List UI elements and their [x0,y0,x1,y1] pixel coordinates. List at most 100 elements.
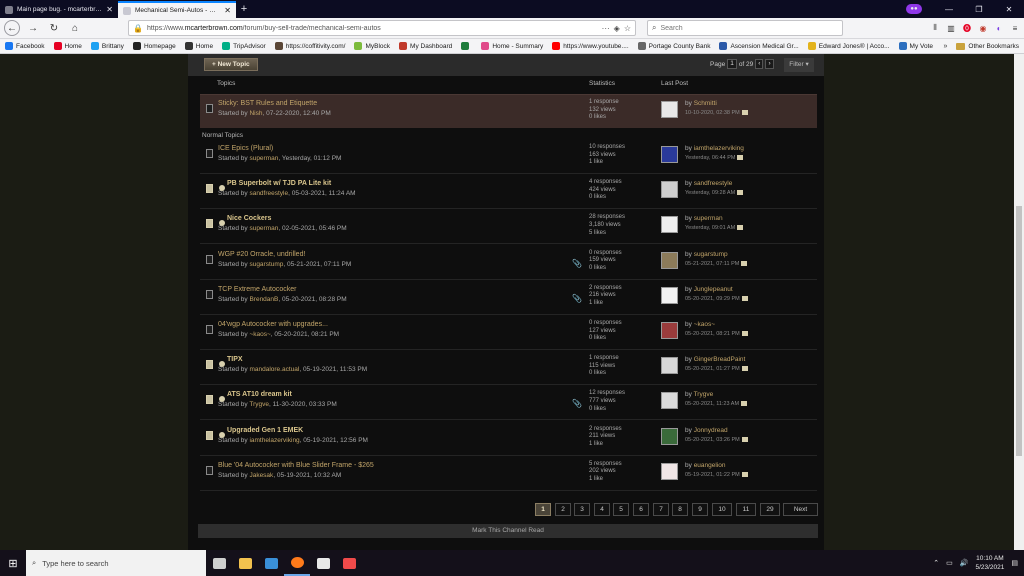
last-post-author-link[interactable]: Jonnydread [694,427,728,434]
taskbar-mail-button[interactable] [258,550,284,576]
page-number-button[interactable]: 3 [574,503,590,516]
table-row[interactable]: Upgraded Gen 1 EMEK Started by iamthelaze… [200,422,817,456]
last-post-author-link[interactable]: Schmitti [694,100,717,107]
close-icon[interactable]: ✕ [224,6,231,15]
topic-title-link[interactable]: Nice Cockers [227,215,271,222]
bookmark-item[interactable]: My Dashboard [399,42,452,50]
topic-title-link[interactable]: ICE Epics (Plural) [218,145,273,152]
next-page-button[interactable]: Next [783,503,818,516]
notifications-icon[interactable]: ▤ [1011,559,1018,567]
table-row[interactable]: PB Superbolt w/ TJD PA Lite kit Started b… [200,175,817,210]
table-row[interactable]: ATS AT10 dream kit Started by Trygve, 11-… [200,386,817,421]
taskbar-paint-button[interactable] [336,550,362,576]
last-post-author-link[interactable]: Trygve [694,391,714,398]
go-to-post-icon[interactable] [741,366,748,372]
bookmark-item[interactable]: Facebook [5,42,45,50]
bookmark-item[interactable]: Portage County Bank [637,42,710,50]
table-row[interactable]: TIPX Started by mandalore.actual, 05-19-2… [200,351,817,386]
page-number-button[interactable]: 8 [672,503,688,516]
network-icon[interactable]: ▭ [946,559,953,567]
topic-title-link[interactable]: Blue '04 Autococker with Blue Slider Fra… [218,462,374,469]
bookmark-item[interactable]: Homepage [132,42,176,50]
home-icon[interactable]: ⌂ [67,20,83,36]
topic-title-link[interactable]: WGP #20 Orracle, undrilled! [218,251,305,258]
bookmark-item[interactable]: My Vote [898,42,933,50]
topic-author-link[interactable]: Trygve [249,401,269,408]
pinterest-icon[interactable]: ⓿ [962,23,972,34]
page-number-button[interactable]: 9 [692,503,708,516]
topic-author-link[interactable]: sugarstump [249,261,283,268]
avatar[interactable] [661,392,678,410]
filter-button[interactable]: Filter ▾ [784,58,814,72]
menu-icon[interactable]: ≡ [1010,24,1020,33]
last-post-author-link[interactable]: iamthelazerviking [694,145,744,152]
privacy-icon[interactable]: ◐ [994,24,1004,33]
taskbar-file-explorer-button[interactable] [232,550,258,576]
avatar[interactable] [661,216,678,234]
topic-author-link[interactable]: ~kaos~ [249,331,270,338]
avatar[interactable] [661,357,678,375]
bookmark-item[interactable]: https://www.youtube.... [552,42,629,50]
go-to-post-icon[interactable] [741,110,748,116]
page-number-button[interactable]: 4 [594,503,610,516]
bookmark-star-icon[interactable]: ☆ [624,24,631,33]
forward-arrow-icon[interactable]: → [25,20,41,36]
bookmark-item[interactable]: Brittany [90,42,124,50]
topic-author-link[interactable]: BrendanB [249,296,278,303]
bookmark-item[interactable]: Ascension Medical Gr... [719,42,799,50]
mark-channel-read-button[interactable]: Mark This Channel Read [198,524,818,538]
avatar[interactable] [661,251,678,269]
last-post-author-link[interactable]: GingerBreadPaint [694,356,746,363]
reload-icon[interactable]: ↻ [46,20,62,36]
close-window-icon[interactable]: ✕ [994,5,1024,14]
go-to-post-icon[interactable] [741,295,748,301]
table-row[interactable]: TCP Extreme Autococker Started by Brendan… [200,281,817,315]
table-row[interactable]: Nice Cockers Started by superman, 02-05-2… [200,210,817,245]
topic-author-link[interactable]: sandfreestyle [249,190,288,197]
avatar[interactable] [661,181,678,199]
library-icon[interactable]: ⫴ [930,23,940,33]
pocket-icon[interactable]: ◈ [614,24,620,33]
avatar[interactable] [661,146,678,163]
taskbar-search[interactable]: ⌕ Type here to search [26,550,206,576]
go-to-post-icon[interactable] [741,401,748,407]
address-bar[interactable]: 🔒 https://www.mcarterbrown.com/forum/buy… [128,20,636,36]
close-icon[interactable]: ✕ [106,5,113,14]
page-number-button[interactable]: 1 [535,503,551,516]
avatar[interactable] [661,462,678,480]
taskbar-store-button[interactable] [310,550,336,576]
go-to-post-icon[interactable] [741,331,748,337]
bookmark-item[interactable]: MyBlock [354,42,390,50]
topic-title-link[interactable]: 04'wgp Autococker with upgrades... [218,321,328,328]
bookmark-item[interactable] [461,42,472,50]
next-page-icon[interactable]: › [765,59,774,69]
topic-title-link[interactable]: ATS AT10 dream kit [227,391,292,398]
sidebar-icon[interactable]: ▥ [946,24,956,33]
bookmark-item[interactable]: https://coffitivity.com/ [274,42,345,50]
new-tab-plus-icon[interactable]: + [236,3,252,15]
taskbar-task-view-button[interactable] [206,550,232,576]
page-number-button[interactable]: 10 [712,503,732,516]
topic-title-link[interactable]: TCP Extreme Autococker [218,286,296,293]
extension-icon[interactable]: ◉ [978,24,988,33]
go-to-post-icon[interactable] [737,155,744,161]
browser-search-input[interactable] [660,24,831,32]
windows-start-icon[interactable]: ⊞ [0,550,26,576]
prev-page-icon[interactable]: ‹ [755,59,764,69]
tab-mechanical-semi-autos[interactable]: Mechanical Semi-Autos - mcarterbrown.com… [118,1,236,18]
page-number-button[interactable]: 11 [736,503,756,516]
sticky-topic-row[interactable]: Sticky: BST Rules and Etiquette Started … [200,94,817,128]
table-row[interactable]: 04'wgp Autococker with upgrades... Starte… [200,316,817,350]
topic-title-link[interactable]: TIPX [227,356,243,363]
topic-author-link[interactable]: mandalore.actual [249,366,299,373]
taskbar-firefox-button[interactable] [284,550,310,576]
last-post-author-link[interactable]: superman [694,215,723,222]
topic-author-link[interactable]: superman [249,225,278,232]
bookmark-item[interactable]: Home [184,42,213,50]
restore-icon[interactable]: ❐ [964,5,994,14]
bookmark-item[interactable]: Home - Summary [481,42,543,50]
url-text[interactable]: https://www.mcarterbrown.com/forum/buy-s… [147,25,598,32]
page-number-button[interactable]: 2 [555,503,571,516]
last-post-author-link[interactable]: sandfreestyle [694,180,733,187]
topic-title-link[interactable]: Sticky: BST Rules and Etiquette [218,100,317,107]
